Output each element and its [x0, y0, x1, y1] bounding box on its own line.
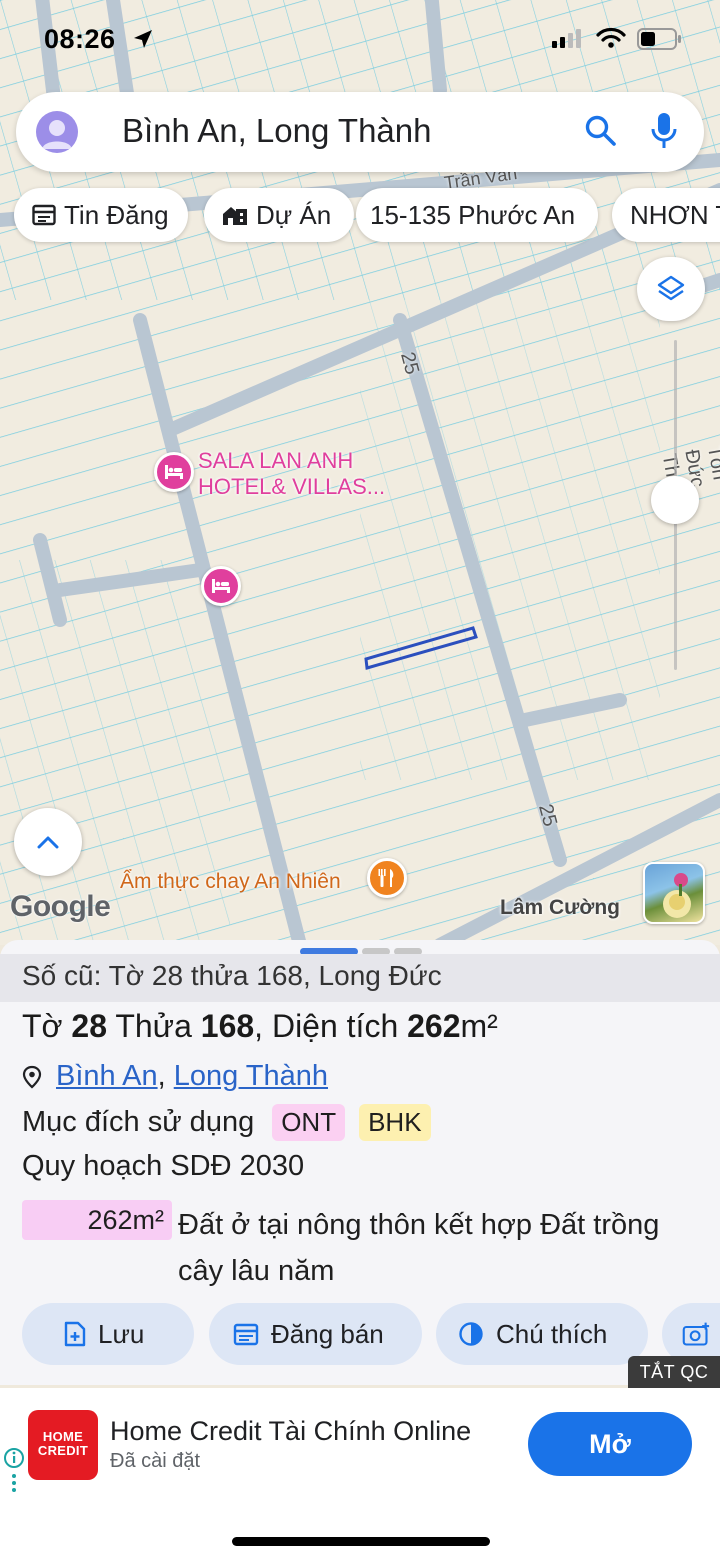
- location-pin-icon: [22, 1065, 42, 1088]
- link-binh-an[interactable]: Bình An: [56, 1060, 158, 1093]
- search-icon[interactable]: [584, 114, 618, 148]
- street-view-thumbnail[interactable]: [643, 862, 705, 924]
- area-unit: m²: [460, 1008, 498, 1044]
- mic-icon[interactable]: [651, 112, 677, 150]
- search-bar[interactable]: Bình An, Long Thành: [16, 92, 704, 172]
- add-photo-icon: [682, 1322, 710, 1346]
- user-avatar-icon: [42, 120, 72, 149]
- flower-photo: [663, 873, 691, 918]
- parcel-info-sheet[interactable]: Số cũ: Tờ 28 thửa 168, Long Đức Tờ 28 Th…: [0, 940, 720, 1385]
- action-buttons: Lưu Đăng bán Chú thích: [22, 1303, 720, 1365]
- close-ad-button[interactable]: TẮT QC: [628, 1356, 720, 1388]
- hotel-icon: [212, 579, 230, 593]
- building-icon: [223, 207, 247, 225]
- contrast-icon: [459, 1322, 483, 1346]
- post-sale-button[interactable]: Đăng bán: [209, 1303, 422, 1365]
- tag-bhk[interactable]: BHK: [359, 1104, 431, 1141]
- planning-area-badge: 262m²: [22, 1200, 172, 1240]
- old-parcel-info: Số cũ: Tờ 28 thửa 168, Long Đức: [22, 960, 442, 991]
- save-icon: [64, 1321, 86, 1347]
- link-long-thanh[interactable]: Long Thành: [174, 1060, 328, 1093]
- expand-up-button[interactable]: [14, 808, 82, 876]
- google-logo: Google: [10, 890, 111, 923]
- land-use-row: Mục đích sử dụng ONT BHK: [22, 1104, 431, 1141]
- hotel-pin-2[interactable]: [201, 566, 241, 606]
- filter-chips: Tin Đăng Dự Án 15-135 Phước An NHƠN T: [14, 188, 720, 244]
- chip-du-an[interactable]: Dự Án: [204, 188, 354, 242]
- save-label: Lưu: [98, 1318, 145, 1349]
- tag-ont[interactable]: ONT: [272, 1104, 346, 1141]
- wifi-icon: [596, 27, 626, 48]
- parcel-location: Bình An, Long Thành: [22, 1060, 328, 1093]
- poi-label-line1: SALA LAN ANH: [198, 448, 354, 473]
- home-indicator[interactable]: [232, 1537, 490, 1546]
- layers-button[interactable]: [637, 257, 705, 321]
- cellular-signal-icon: [552, 29, 581, 48]
- title-mid: Thửa: [107, 1008, 201, 1044]
- chip-phuoc-an[interactable]: 15-135 Phước An: [356, 188, 598, 242]
- battery-icon: [637, 28, 681, 50]
- save-button[interactable]: Lưu: [22, 1303, 194, 1365]
- poi-label-line2: HOTEL& VILLAS...: [198, 474, 386, 499]
- sheet-number: 28: [71, 1008, 108, 1044]
- zoom-slider-knob[interactable]: [651, 476, 699, 524]
- legend-button[interactable]: Chú thích: [436, 1303, 648, 1365]
- home-credit-logo: HOME CREDIT: [28, 1410, 98, 1480]
- location-separator: ,: [157, 1060, 166, 1092]
- legend-label: Chú thích: [496, 1318, 608, 1349]
- location-arrow-icon: [134, 30, 152, 48]
- ad-open-button[interactable]: Mở: [528, 1412, 692, 1476]
- hotel-pin[interactable]: [154, 452, 194, 492]
- parcel-number: 168: [200, 1008, 255, 1044]
- chip-tin-dang[interactable]: Tin Đăng: [14, 188, 188, 242]
- logo-line2: CREDIT: [37, 1443, 89, 1458]
- ad-info-icon[interactable]: [2, 1446, 26, 1492]
- fork-knife-icon: [378, 869, 394, 887]
- planning-description: Đất ở tại nông thôn kết hợp Đất trồng câ…: [178, 1209, 660, 1287]
- chip-label: NHƠN T: [630, 199, 720, 230]
- land-use-label: Mục đích sử dụng: [22, 1106, 255, 1138]
- title-prefix: Tờ: [22, 1008, 72, 1044]
- ad-subtitle: Đã cài đặt: [110, 1450, 201, 1472]
- home-indicator-area: [0, 1500, 720, 1559]
- search-query[interactable]: Bình An, Long Thành: [122, 112, 432, 150]
- chevron-up-icon: [37, 836, 59, 849]
- chip-label: 15-135 Phước An: [370, 199, 576, 230]
- restaurant-pin[interactable]: [367, 858, 407, 898]
- post-sale-label: Đăng bán: [271, 1318, 384, 1349]
- ad-title: Home Credit Tài Chính Online: [110, 1416, 472, 1446]
- parcel-area: 262: [407, 1008, 461, 1044]
- place-label-lam-cuong[interactable]: Lâm Cường: [500, 896, 620, 920]
- listing-icon: [32, 204, 56, 226]
- hotel-icon: [165, 465, 183, 479]
- ad-banner[interactable]: HOME CREDIT Home Credit Tài Chính Online…: [0, 1388, 720, 1500]
- parcel-title: Tờ 28 Thửa 168, Diện tích 262m²: [22, 1008, 498, 1045]
- avatar[interactable]: [36, 111, 78, 153]
- status-time: 08:26: [44, 24, 116, 54]
- title-mid2: , Diện tích: [254, 1008, 408, 1044]
- logo-line1: HOME: [42, 1429, 84, 1444]
- chip-label: Dự Án: [256, 199, 332, 230]
- planning-label: Quy hoạch SDĐ 2030: [22, 1150, 305, 1182]
- poi-label-an-nhien[interactable]: Ẩm thực chay An Nhiên: [120, 870, 341, 894]
- layers-icon: [657, 275, 685, 301]
- poi-label-sala-lan-anh[interactable]: SALA LAN ANH HOTEL& VILLAS...: [198, 448, 385, 500]
- chip-label: Tin Đăng: [64, 199, 169, 230]
- chip-nhon-trach[interactable]: NHƠN T: [612, 188, 720, 242]
- status-bar: 08:26: [0, 0, 720, 80]
- post-icon: [233, 1323, 259, 1346]
